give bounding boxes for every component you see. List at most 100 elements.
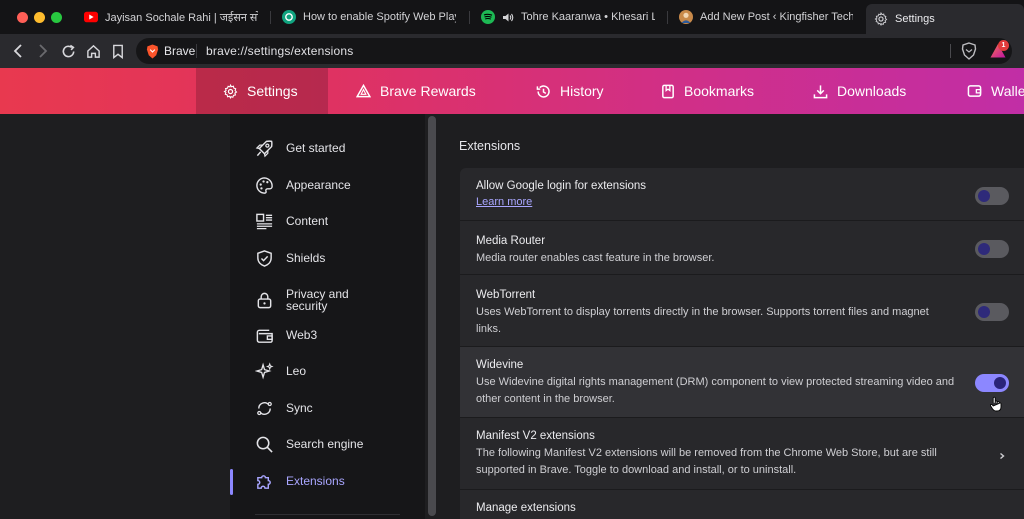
- sidebar-item-label: Search engine: [286, 437, 364, 451]
- brave-lion-icon: [146, 44, 159, 59]
- sidebar-item-sync[interactable]: Sync: [255, 396, 313, 420]
- toggle-knob: [978, 243, 990, 255]
- sidebar-item-appearance[interactable]: Appearance: [255, 173, 351, 197]
- google-login-toggle[interactable]: [975, 187, 1009, 205]
- page-left-gutter: [0, 114, 230, 519]
- widevine-toggle[interactable]: [975, 374, 1009, 392]
- puzzle-icon: [255, 472, 274, 491]
- window-minimize-button[interactable]: [34, 12, 45, 23]
- sidebar-item-leo[interactable]: Leo: [255, 359, 306, 383]
- setting-description: Uses WebTorrent to display torrents dire…: [476, 306, 929, 335]
- setting-description: Use Widevine digital rights management (…: [476, 376, 955, 405]
- url-text[interactable]: brave://settings/extensions: [206, 44, 353, 58]
- active-item-indicator: [230, 469, 233, 495]
- url-divider: [196, 44, 197, 58]
- sidebar-item-get-started[interactable]: Get started: [255, 136, 345, 160]
- tab-title: Settings: [895, 13, 935, 25]
- toggle-knob: [994, 377, 1006, 389]
- bookmark-page-button[interactable]: [109, 42, 127, 60]
- sidebar-item-label: Content: [286, 214, 329, 228]
- nav-label: Brave Rewards: [380, 83, 476, 99]
- url-divider-right: [950, 44, 951, 58]
- media-router-toggle[interactable]: [975, 240, 1009, 258]
- shield-icon: [255, 249, 274, 268]
- window-close-button[interactable]: [17, 12, 28, 23]
- gear-icon: [874, 12, 888, 26]
- rocket-icon: [255, 139, 274, 158]
- setting-row-manifest-v2[interactable]: Manifest V2 extensions The following Man…: [460, 417, 1024, 489]
- wallet-icon: [255, 326, 274, 345]
- tab-spotify-guide[interactable]: How to enable Spotify Web Player: [274, 4, 464, 30]
- avatar-icon: [679, 10, 693, 24]
- home-button[interactable]: [84, 42, 102, 60]
- sidebar-divider: [255, 514, 400, 515]
- toggle-knob: [978, 190, 990, 202]
- browser-window: Jayisan Sochale Rahi | जईसन सोचले How to…: [0, 0, 1024, 519]
- nav-settings[interactable]: Settings: [196, 68, 328, 114]
- sidebar-item-label: Extensions: [286, 474, 345, 488]
- setting-row-manage-extensions[interactable]: Manage extensions: [460, 489, 1024, 519]
- spotify-icon: [481, 10, 495, 24]
- tab-settings[interactable]: Settings: [866, 4, 1024, 34]
- setting-description: The following Manifest V2 extensions wil…: [476, 447, 937, 476]
- extensions-settings-card: Allow Google login for extensions Learn …: [460, 168, 1024, 519]
- sidebar-item-privacy[interactable]: Privacy and security: [255, 285, 349, 315]
- tab-title: Add New Post ‹ Kingfisher Tech T: [700, 11, 853, 23]
- reload-button[interactable]: [59, 42, 77, 60]
- sidebar-item-label: Privacy and security: [286, 287, 349, 313]
- tab-wordpress[interactable]: Add New Post ‹ Kingfisher Tech T: [671, 4, 861, 30]
- sidebar-item-content[interactable]: Content: [255, 209, 328, 233]
- nav-label: Settings: [247, 83, 298, 99]
- settings-main: Extensions Allow Google login for extens…: [439, 114, 1024, 519]
- setting-title: WebTorrent: [476, 289, 536, 301]
- tab-spotify-player[interactable]: Tohre Kaaranwa • Khesari Lal: [473, 4, 663, 30]
- lock-icon: [255, 291, 274, 310]
- setting-row-widevine: Widevine Use Widevine digital rights man…: [460, 346, 1024, 417]
- sidebar-item-extensions[interactable]: Extensions: [255, 469, 345, 493]
- wallet-icon: [967, 84, 982, 98]
- rewards-badge: 1: [998, 40, 1009, 51]
- chevron-right-icon[interactable]: [997, 448, 1007, 460]
- learn-more-link[interactable]: Learn more: [476, 196, 532, 208]
- nav-bookmarks[interactable]: Bookmarks: [661, 68, 754, 114]
- webtorrent-toggle[interactable]: [975, 303, 1009, 321]
- search-icon: [255, 435, 274, 454]
- tab-title: How to enable Spotify Web Player: [303, 11, 456, 23]
- settings-top-nav: Settings Brave Rewards History Bookmarks…: [0, 68, 1024, 114]
- sidebar-item-label: Web3: [286, 328, 318, 342]
- setting-title: Manifest V2 extensions: [476, 430, 595, 442]
- sidebar-item-web3[interactable]: Web3: [255, 323, 317, 347]
- sparkle-icon: [255, 361, 274, 381]
- setting-row-media-router: Media Router Media router enables cast f…: [460, 220, 1024, 274]
- tab-youtube[interactable]: Jayisan Sochale Rahi | जईसन सोचले: [76, 4, 266, 30]
- forward-button[interactable]: [34, 42, 52, 60]
- toggle-knob: [978, 306, 990, 318]
- nav-downloads[interactable]: Downloads: [813, 68, 906, 114]
- sidebar-item-search-engine[interactable]: Search engine: [255, 432, 363, 456]
- address-bar[interactable]: Brave brave://settings/extensions 1: [136, 38, 1012, 64]
- setting-title: Media Router: [476, 235, 546, 247]
- nav-wallet[interactable]: Walle: [967, 68, 1024, 114]
- page-title: Extensions: [459, 139, 521, 153]
- sidebar-item-shields[interactable]: Shields: [255, 246, 325, 270]
- content-icon: [255, 212, 274, 231]
- nav-history[interactable]: History: [536, 68, 604, 114]
- brave-shields-button[interactable]: [960, 42, 978, 60]
- tab-title: Jayisan Sochale Rahi | जईसन सोचले: [105, 11, 258, 24]
- chatgpt-icon: [282, 10, 296, 24]
- brave-site-chip[interactable]: Brave: [146, 43, 195, 59]
- nav-label: Downloads: [837, 83, 907, 99]
- sidebar-item-label: Sync: [286, 401, 313, 415]
- brave-label: Brave: [164, 44, 196, 58]
- nav-brave-rewards[interactable]: Brave Rewards: [356, 68, 476, 114]
- sidebar-scrollbar[interactable]: [425, 114, 439, 519]
- tab-divider: [270, 11, 271, 24]
- tab-strip: Jayisan Sochale Rahi | जईसन सोचले How to…: [0, 0, 1024, 34]
- speaker-icon[interactable]: [502, 12, 514, 23]
- bookmark-icon: [661, 84, 675, 99]
- scrollbar-thumb[interactable]: [428, 116, 436, 516]
- nav-label: Walle: [991, 83, 1024, 99]
- window-zoom-button[interactable]: [51, 12, 62, 23]
- back-button[interactable]: [9, 42, 27, 60]
- sidebar-item-label: Leo: [286, 364, 307, 378]
